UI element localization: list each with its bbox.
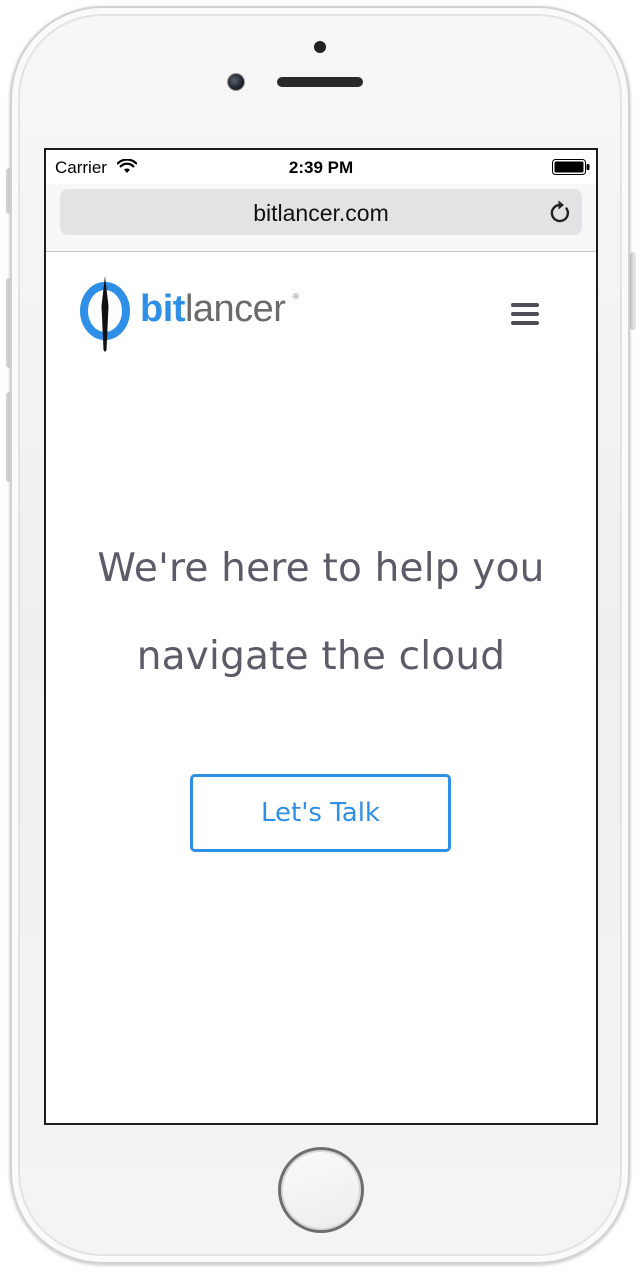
home-button[interactable] — [278, 1147, 364, 1233]
menu-bar-top — [511, 303, 539, 307]
device-frame: Carrier 2:39 PM bitlancer.com bitlancer … — [0, 0, 642, 1272]
menu-bar-bottom — [511, 321, 539, 325]
hero-heading: We're here to help you navigate the clou… — [46, 525, 596, 701]
registered-mark: ® — [293, 292, 299, 301]
browser-toolbar: bitlancer.com — [46, 184, 596, 252]
hamburger-menu-icon[interactable] — [511, 303, 539, 327]
proximity-sensor — [314, 41, 326, 53]
battery-full-icon — [552, 159, 590, 175]
url-text: bitlancer.com — [253, 200, 389, 226]
earpiece-speaker — [277, 77, 363, 87]
logo-lancer-text: lancer — [184, 288, 286, 330]
status-bar: Carrier 2:39 PM — [46, 150, 596, 184]
lets-talk-button[interactable]: Let's Talk — [190, 774, 451, 852]
bitlancer-logo-mark[interactable] — [79, 276, 133, 352]
logo-bit-text: bit — [140, 288, 185, 330]
bitlancer-logo-wordmark[interactable]: bitlancer — [140, 288, 286, 330]
front-camera — [227, 73, 245, 91]
menu-bar-middle — [511, 312, 539, 316]
hero-line-2: navigate the cloud — [136, 634, 506, 679]
power-button — [630, 252, 636, 330]
screen: Carrier 2:39 PM bitlancer.com bitlancer … — [44, 148, 598, 1125]
site-header: bitlancer ® — [46, 252, 596, 362]
reload-icon[interactable] — [548, 199, 572, 225]
clock: 2:39 PM — [288, 158, 354, 177]
hero-line-1: We're here to help you — [97, 546, 545, 591]
address-bar[interactable]: bitlancer.com — [60, 189, 582, 235]
